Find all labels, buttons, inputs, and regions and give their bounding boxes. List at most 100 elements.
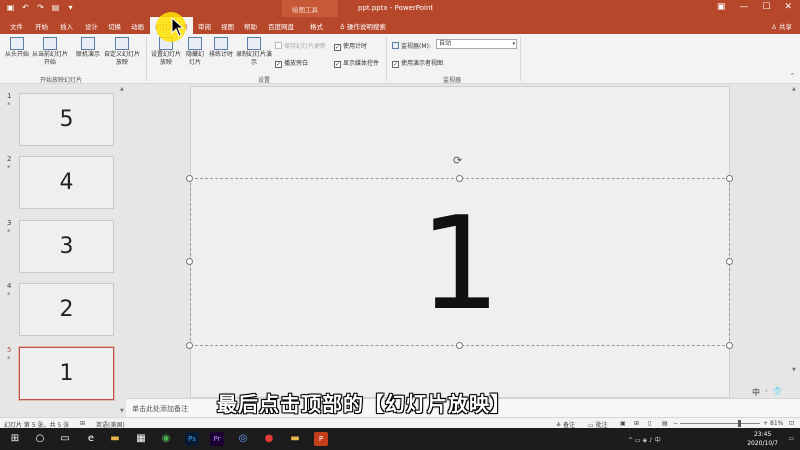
canvas-scrollbar[interactable]: ▲ ▼ [789, 84, 800, 404]
from-current-icon [43, 37, 57, 50]
photoshop-icon[interactable]: Ps [185, 432, 199, 446]
rehearse-timings-button[interactable]: 排练计时 [207, 37, 235, 59]
customize-icon[interactable]: ▾ [66, 3, 75, 12]
from-current-button[interactable]: 从当前幻灯片开始 [30, 37, 70, 67]
share-button[interactable]: ♙ 共享 [771, 21, 792, 31]
slide-thumbnail[interactable]: 2 [19, 283, 114, 336]
resize-handle[interactable] [186, 175, 193, 182]
play-narrations-checkbox[interactable]: ✓ 播放旁白 [275, 58, 308, 68]
show-media-controls-checkbox[interactable]: ✓ 显示媒体控件 [334, 58, 379, 68]
slide-thumbnail[interactable]: 3 [19, 220, 114, 273]
edge-icon[interactable]: e [84, 432, 98, 446]
zoom-level[interactable]: 81% [770, 420, 783, 427]
tab-format[interactable]: 格式 [310, 21, 323, 31]
setup-slideshow-button[interactable]: 设置幻灯片放映 [150, 37, 182, 67]
slideshow-view-icon[interactable]: ▤ [662, 420, 668, 427]
scroll-up-icon[interactable]: ▲ [792, 86, 796, 92]
resize-handle[interactable] [186, 258, 193, 265]
zoom-slider-thumb[interactable] [738, 420, 741, 427]
tab-design[interactable]: 设计 [85, 21, 98, 31]
skin-icon[interactable]: 👕 [773, 387, 783, 398]
spellcheck-icon[interactable]: ⊞ [80, 420, 85, 427]
ribbon: 从头开始 从当前幻灯片开始 联机演示 自定义幻灯片放映 开始放映幻灯片 设置幻灯… [0, 34, 800, 84]
explorer-icon[interactable]: ▬ [108, 432, 122, 446]
tab-transitions[interactable]: 切换 [108, 21, 121, 31]
powerpoint-icon[interactable]: P [314, 432, 328, 446]
title-bar: ▣ ↶ ↷ ▤ ▾ 绘图工具 ppt.pptx - PowerPoint ▣ —… [0, 0, 800, 34]
collapse-ribbon-icon[interactable]: ^ [790, 73, 795, 80]
task-view-icon[interactable]: ▭ [58, 432, 72, 446]
chrome-icon[interactable]: ◉ [159, 432, 173, 446]
slide-thumbnail[interactable]: 5 [19, 93, 114, 146]
scroll-up-icon[interactable]: ▲ [120, 86, 124, 92]
ribbon-separator [386, 37, 387, 81]
resize-handle[interactable] [456, 175, 463, 182]
windows-icon[interactable]: ⊞ [8, 432, 22, 446]
reading-view-icon[interactable]: ▯ [648, 420, 651, 427]
slide-thumbnail-selected[interactable]: 1 [19, 347, 114, 400]
online-present-button[interactable]: 联机演示 [73, 37, 103, 59]
tab-baidu-netdisk[interactable]: 百度网盘 [268, 21, 294, 31]
folder-icon[interactable]: ▬ [288, 432, 302, 446]
scroll-down-icon[interactable]: ▼ [120, 408, 124, 414]
close-icon[interactable]: ✕ [784, 2, 792, 12]
resize-handle[interactable] [456, 342, 463, 349]
notes-placeholder: 单击此处添加备注 [132, 405, 188, 413]
zoom-in-icon[interactable]: + [763, 420, 768, 427]
cinema4d-icon[interactable]: ◎ [236, 432, 250, 446]
animation-star: * [7, 164, 11, 172]
normal-view-icon[interactable]: ▣ [620, 420, 626, 427]
record-slideshow-button[interactable]: 录制幻灯片演示 [236, 37, 272, 67]
group-label-setup: 设置 [258, 77, 271, 84]
resize-handle[interactable] [726, 258, 733, 265]
notification-icon[interactable]: ▭ [788, 435, 794, 442]
presenter-view-checkbox[interactable]: ✓ 使用演示者视图 [392, 58, 443, 68]
keep-updated-checkbox[interactable]: 保持幻灯片更新 [275, 41, 326, 50]
resize-handle[interactable] [726, 175, 733, 182]
save-icon[interactable]: ▣ [6, 3, 15, 12]
slide-sorter-icon[interactable]: ⊞ [634, 420, 639, 427]
redo-icon[interactable]: ↷ [36, 3, 45, 12]
search-icon[interactable]: ○ [33, 432, 47, 446]
slide-number: 3 [7, 219, 12, 227]
premiere-icon[interactable]: Pr [210, 432, 224, 446]
animation-star: * [7, 101, 11, 109]
scroll-down-icon[interactable]: ▼ [792, 367, 796, 373]
zoom-slider[interactable] [680, 423, 760, 424]
undo-icon[interactable]: ↶ [21, 3, 30, 12]
thumbnail-scrollbar[interactable]: ▲ ▼ [119, 84, 126, 417]
ime-punctuation[interactable]: · [765, 387, 768, 398]
minimize-icon[interactable]: — [739, 2, 748, 12]
resize-handle[interactable] [726, 342, 733, 349]
tell-me-search[interactable]: ♁ 操作说明搜索 [340, 21, 386, 31]
rotate-handle-icon[interactable]: ⟳ [453, 154, 462, 167]
tab-animations[interactable]: 动画 [131, 21, 144, 31]
system-clock[interactable]: 23:45 2020/10/7 [747, 430, 778, 448]
slide-main-text[interactable]: 1 [190, 190, 730, 340]
tab-review[interactable]: 审阅 [198, 21, 211, 31]
monitor-select[interactable]: 自动 ▾ [436, 39, 517, 49]
tab-insert[interactable]: 插入 [60, 21, 73, 31]
tray-icons[interactable]: ^ ▭ ◈ ♪ 中 [628, 435, 661, 444]
hide-slide-button[interactable]: 隐藏幻灯片 [184, 37, 206, 67]
custom-slideshow-icon [115, 37, 129, 50]
ime-language[interactable]: 中 [752, 387, 760, 398]
store-icon[interactable]: ▦ [134, 432, 148, 446]
maximize-icon[interactable]: ☐ [762, 2, 770, 12]
start-icon[interactable]: ▤ [51, 3, 60, 12]
use-timings-checkbox[interactable]: ✓ 使用计时 [334, 41, 367, 51]
tab-home[interactable]: 开始 [35, 21, 48, 31]
clock-date: 2020/10/7 [747, 440, 778, 447]
fit-slide-icon[interactable]: ⊡ [789, 420, 794, 427]
recorder-icon[interactable]: ● [262, 432, 276, 446]
ribbon-options-icon[interactable]: ▣ [717, 2, 726, 12]
custom-slideshow-button[interactable]: 自定义幻灯片放映 [104, 37, 140, 67]
tab-file[interactable]: 文件 [10, 21, 23, 31]
resize-handle[interactable] [186, 342, 193, 349]
tab-view[interactable]: 视图 [221, 21, 234, 31]
slide-thumbnail[interactable]: 4 [19, 156, 114, 209]
zoom-out-icon[interactable]: − [673, 420, 678, 427]
quick-access-toolbar: ▣ ↶ ↷ ▤ ▾ [6, 3, 75, 12]
tab-help[interactable]: 帮助 [244, 21, 257, 31]
from-beginning-button[interactable]: 从头开始 [3, 37, 31, 59]
